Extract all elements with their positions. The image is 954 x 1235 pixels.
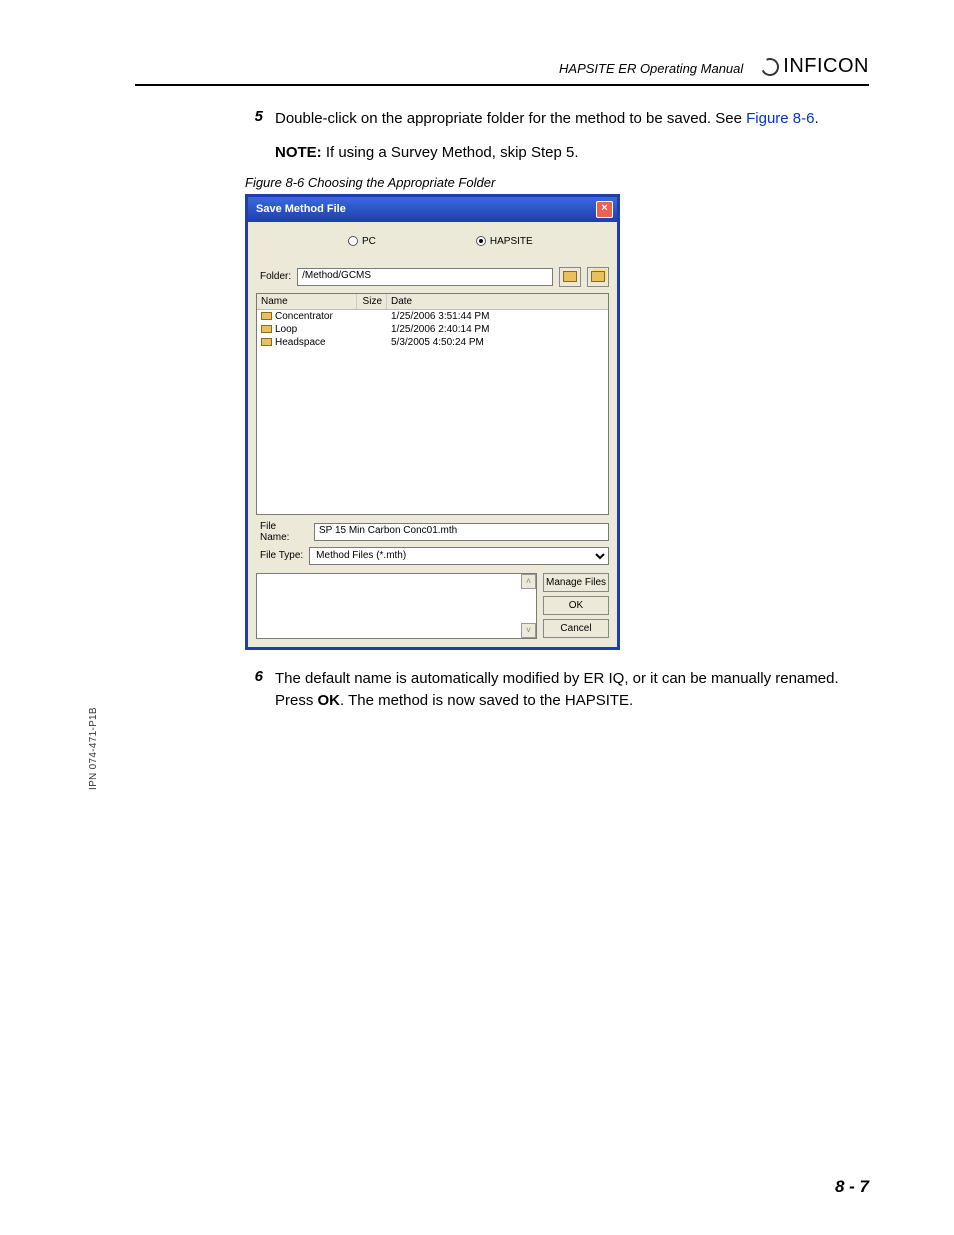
filetype-row: File Type: Method Files (*.mth) xyxy=(248,545,617,571)
step-6: 6 The default name is automatically modi… xyxy=(245,668,869,712)
button-column: Manage Files OK Cancel xyxy=(543,573,609,639)
figure-8-6: Save Method File × PC HAPSITE Folder: /M… xyxy=(245,194,869,650)
folder-icon xyxy=(261,325,272,333)
ok-bold: OK xyxy=(318,692,341,709)
filename-label: File Name: xyxy=(260,521,308,543)
page-number: 8 - 7 xyxy=(835,1177,869,1197)
up-folder-icon xyxy=(563,271,577,282)
ok-button[interactable]: OK xyxy=(543,596,609,615)
scroll-down-button[interactable]: ˅ xyxy=(521,623,536,638)
filetype-label: File Type: xyxy=(260,550,303,561)
step5-punct: . xyxy=(815,110,819,127)
message-box: ˄ ˅ xyxy=(256,573,537,639)
new-folder-button[interactable] xyxy=(587,267,609,287)
up-folder-button[interactable] xyxy=(559,267,581,287)
folder-icon xyxy=(261,312,272,320)
list-item[interactable]: Headspace 5/3/2005 4:50:24 PM xyxy=(257,336,608,349)
location-radio-group: PC HAPSITE xyxy=(248,222,617,265)
close-button[interactable]: × xyxy=(596,201,613,218)
col-date[interactable]: Date xyxy=(387,294,608,309)
dialog-titlebar: Save Method File × xyxy=(248,197,617,222)
filename-input[interactable]: SP 15 Min Carbon Conc01.mth xyxy=(314,523,609,541)
brand-logo: INFICON xyxy=(761,55,869,78)
row-name: Concentrator xyxy=(275,311,333,322)
logo-text: INFICON xyxy=(783,55,869,78)
folder-row: Folder: /Method/GCMS xyxy=(248,265,617,293)
figure-link[interactable]: Figure 8-6 xyxy=(746,110,814,127)
row-date: 1/25/2006 3:51:44 PM xyxy=(387,310,608,323)
dialog-title: Save Method File xyxy=(256,203,346,215)
list-header: Name Size Date xyxy=(257,294,608,310)
note-punct: . xyxy=(574,144,578,161)
col-name[interactable]: Name xyxy=(257,294,357,309)
manage-files-button[interactable]: Manage Files xyxy=(543,573,609,592)
dialog-bottom: ˄ ˅ Manage Files OK Cancel xyxy=(248,571,617,647)
page-header: HAPSITE ER Operating Manual INFICON xyxy=(135,55,869,86)
note-text: If using a Survey Method, skip xyxy=(322,144,531,161)
step-link[interactable]: Step 5 xyxy=(531,144,574,161)
row-date: 5/3/2005 4:50:24 PM xyxy=(387,336,608,349)
folder-list: Name Size Date Concentrator 1/25/2006 3:… xyxy=(256,293,609,515)
scroll-up-button[interactable]: ˄ xyxy=(521,574,536,589)
row-name: Loop xyxy=(275,324,297,335)
radio-icon xyxy=(476,236,486,246)
ipn-code: IPN 074-471-P1B xyxy=(88,707,99,790)
folder-icon xyxy=(261,338,272,346)
radio-hapsite[interactable]: HAPSITE xyxy=(476,236,533,247)
list-item[interactable]: Concentrator 1/25/2006 3:51:44 PM xyxy=(257,310,608,323)
radio-pc[interactable]: PC xyxy=(348,236,376,247)
radio-pc-label: PC xyxy=(362,236,376,247)
save-method-dialog: Save Method File × PC HAPSITE Folder: /M… xyxy=(245,194,620,650)
list-item[interactable]: Loop 1/25/2006 2:40:14 PM xyxy=(257,323,608,336)
step-body: The default name is automatically modifi… xyxy=(275,668,869,712)
step-number: 6 xyxy=(245,668,263,712)
filetype-select[interactable]: Method Files (*.mth) xyxy=(309,547,609,565)
step-5: 5 Double-click on the appropriate folder… xyxy=(245,108,869,130)
row-date: 1/25/2006 2:40:14 PM xyxy=(387,323,608,336)
step5-text: Double-click on the appropriate folder f… xyxy=(275,110,746,127)
list-body: Concentrator 1/25/2006 3:51:44 PM Loop 1… xyxy=(257,310,608,514)
step-body: Double-click on the appropriate folder f… xyxy=(275,108,869,130)
figure-caption: Figure 8-6 Choosing the Appropriate Fold… xyxy=(245,175,869,190)
logo-swirl-icon xyxy=(759,55,782,78)
note-row: NOTE: If using a Survey Method, skip Ste… xyxy=(275,144,869,161)
row-name: Headspace xyxy=(275,337,326,348)
folder-label: Folder: xyxy=(260,271,291,282)
manual-title: HAPSITE ER Operating Manual xyxy=(559,61,743,78)
cancel-button[interactable]: Cancel xyxy=(543,619,609,638)
filename-row: File Name: SP 15 Min Carbon Conc01.mth xyxy=(248,515,617,545)
step-number: 5 xyxy=(245,108,263,130)
new-folder-icon xyxy=(591,271,605,282)
folder-input[interactable]: /Method/GCMS xyxy=(297,268,553,286)
note-label: NOTE: xyxy=(275,144,322,161)
col-size[interactable]: Size xyxy=(357,294,387,309)
step6-text-b: . The method is now saved to the HAPSITE… xyxy=(340,692,633,709)
radio-hapsite-label: HAPSITE xyxy=(490,236,533,247)
radio-icon xyxy=(348,236,358,246)
